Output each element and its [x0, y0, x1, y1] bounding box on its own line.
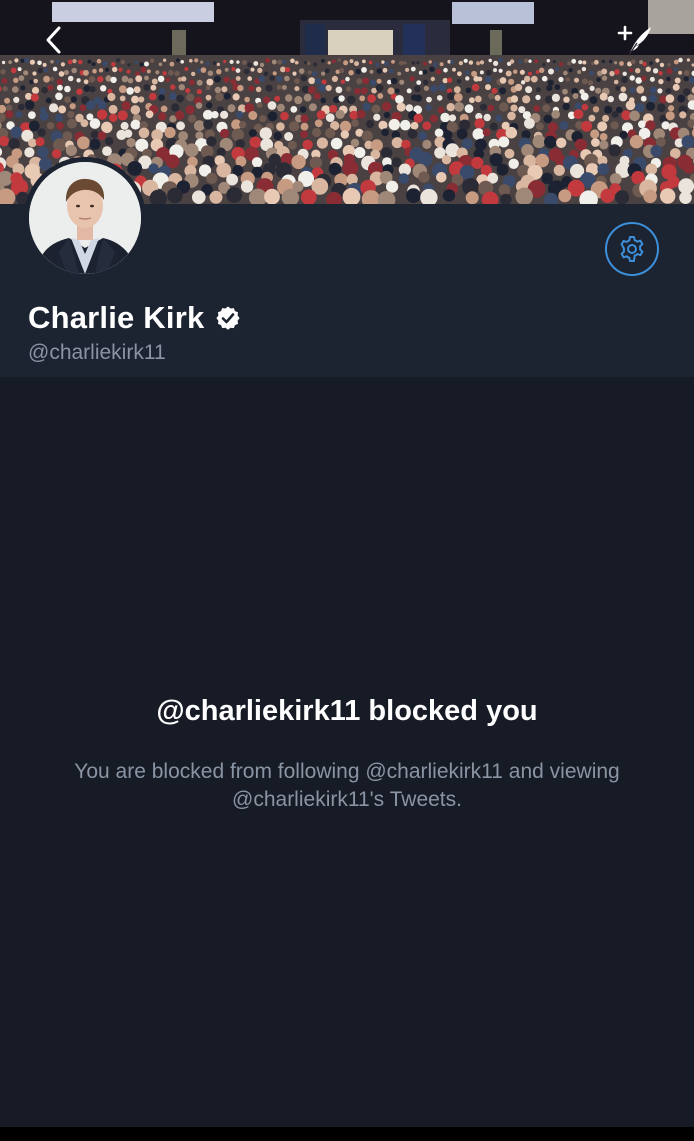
verified-check-icon [216, 306, 241, 330]
avatar-portrait-image [29, 162, 141, 274]
blocked-description: You are blocked from following @charliek… [74, 760, 620, 811]
profile-content-area [0, 377, 694, 1127]
gear-icon [620, 236, 644, 262]
compose-tweet-button[interactable] [612, 20, 658, 62]
back-button[interactable] [36, 22, 72, 58]
profile-screen: Charlie Kirk @charliekirk11 @charliekirk… [0, 0, 694, 1141]
compose-tweet-icon [617, 25, 651, 56]
verified-badge-icon [214, 304, 242, 332]
blocked-title: @charliekirk11 blocked you [156, 695, 538, 727]
bottom-edge [0, 1127, 694, 1141]
profile-settings-button[interactable] [605, 222, 659, 276]
chevron-left-icon [46, 26, 61, 54]
display-name: Charlie Kirk [28, 300, 205, 335]
avatar-photo [29, 162, 141, 274]
profile-name-row: Charlie Kirk [28, 298, 242, 338]
profile-handle: @charliekirk11 [28, 341, 166, 364]
avatar[interactable] [24, 157, 146, 279]
